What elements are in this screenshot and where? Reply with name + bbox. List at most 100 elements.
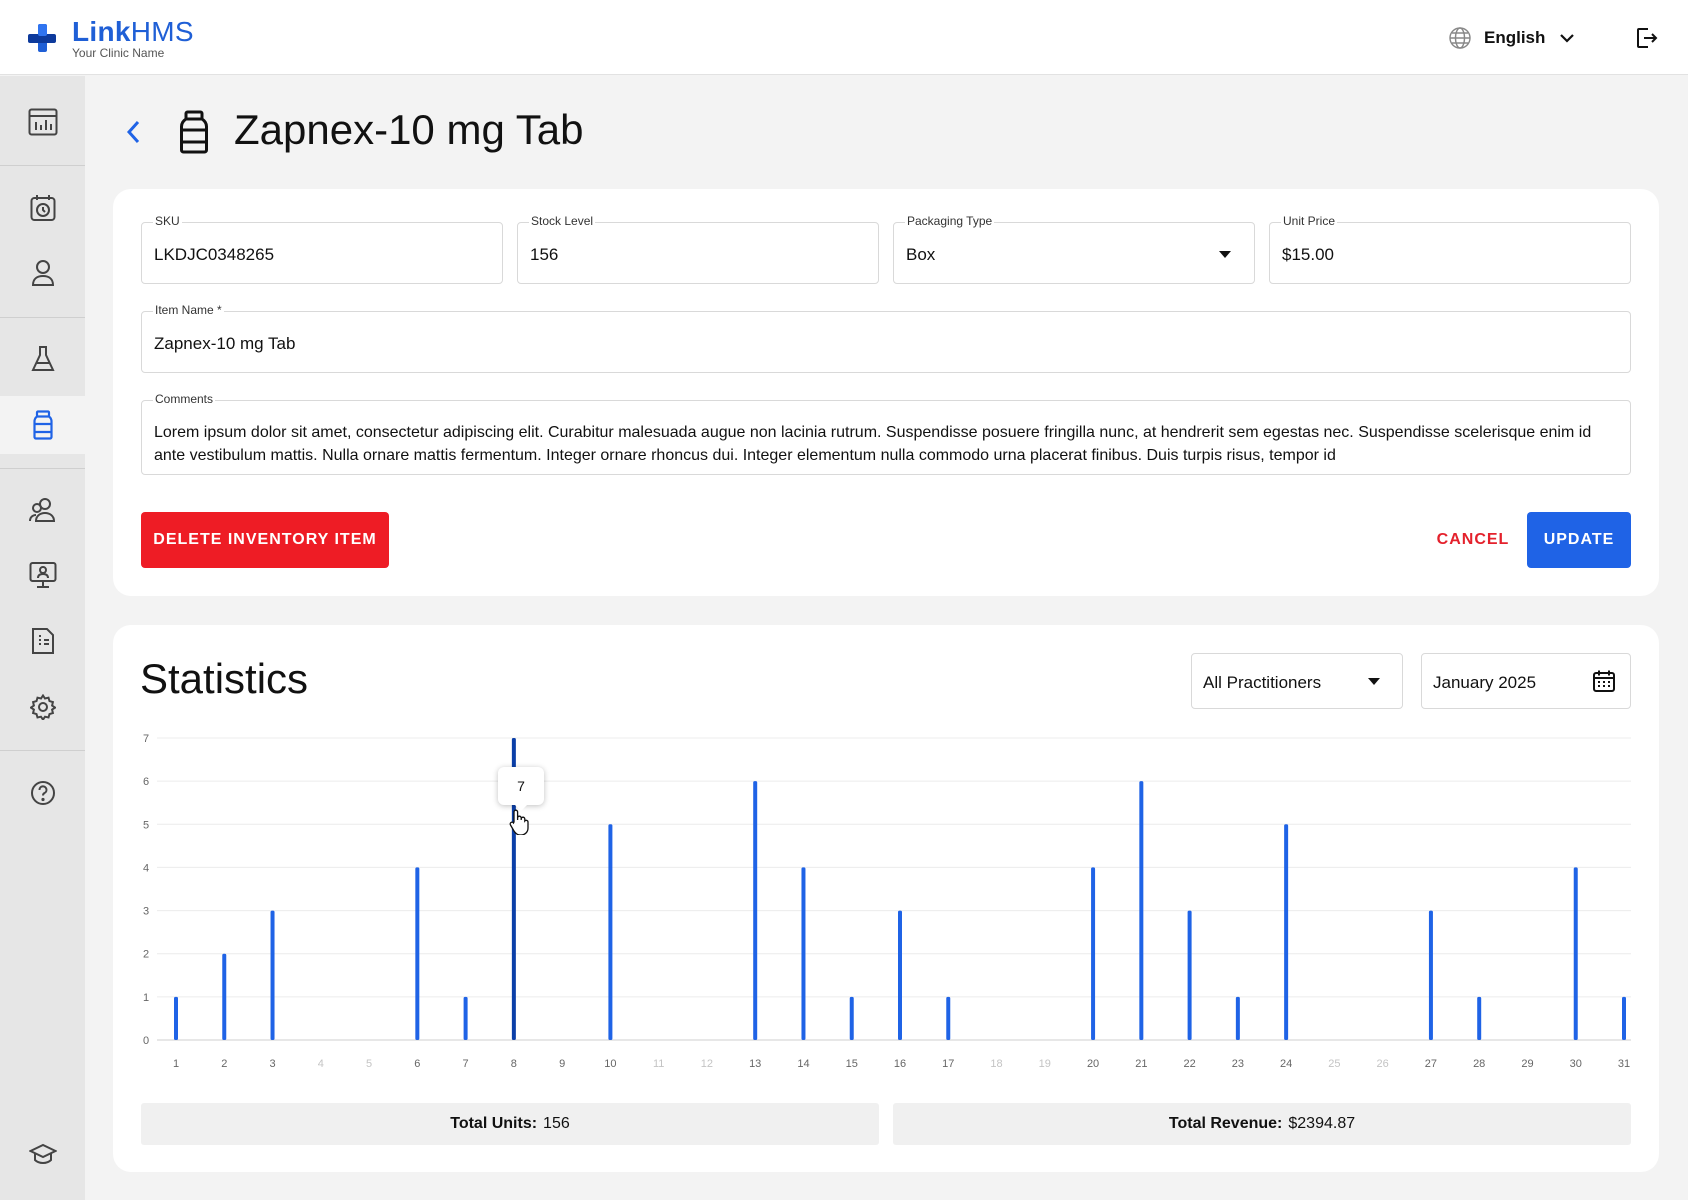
sidebar-item-lab[interactable]: [0, 330, 85, 388]
sku-field[interactable]: SKU LKDJC0348265: [141, 214, 503, 284]
total-revenue-summary: Total Revenue: $2394.87: [893, 1103, 1631, 1145]
chart-bar-day-31[interactable]: [1622, 996, 1626, 1040]
packaging-type-value: Box: [906, 245, 936, 264]
y-tick-label: 4: [143, 862, 149, 874]
back-icon[interactable]: [122, 116, 146, 148]
item-name-field[interactable]: Item Name * Zapnex-10 mg Tab: [141, 303, 1631, 373]
x-tick-label: 24: [1280, 1058, 1292, 1070]
chart-bar-day-28[interactable]: [1477, 996, 1482, 1040]
sidebar-item-dashboard[interactable]: [0, 93, 85, 151]
x-tick-label: 1: [173, 1058, 179, 1070]
x-tick-label: 22: [1183, 1058, 1195, 1070]
sidebar-item-settings[interactable]: [0, 678, 85, 736]
total-units-value: 156: [543, 1115, 570, 1132]
chart-bar-day-24[interactable]: [1284, 824, 1289, 1040]
gear-icon: [29, 694, 56, 720]
logo-title: LinkHMS: [72, 16, 194, 47]
packaging-type-select[interactable]: Packaging Type Box: [893, 214, 1255, 284]
users-icon: [28, 498, 55, 522]
chart-bar-day-14[interactable]: [801, 867, 806, 1040]
help-icon: [30, 781, 55, 805]
cancel-button[interactable]: CANCEL: [1418, 512, 1528, 568]
x-tick-label: 8: [511, 1058, 517, 1070]
comments-field[interactable]: Comments Lorem ipsum dolor sit amet, con…: [141, 392, 1631, 475]
y-tick-label: 5: [143, 819, 149, 831]
sidebar: [0, 76, 85, 1200]
chevron-down-icon: [1560, 34, 1575, 43]
item-name-label: Item Name *: [153, 303, 224, 317]
total-units-label: Total Units:: [450, 1115, 538, 1132]
x-tick-label: 23: [1232, 1058, 1244, 1070]
chart-bar-day-17[interactable]: [946, 996, 951, 1040]
statistics-card: Statistics All Practitioners January 202…: [113, 625, 1659, 1172]
unit-price-value: $15.00: [1282, 245, 1334, 264]
update-button[interactable]: UPDATE: [1527, 512, 1631, 568]
x-tick-label: 2: [221, 1058, 227, 1070]
x-tick-label: 17: [942, 1058, 954, 1070]
stock-level-field[interactable]: Stock Level 156: [517, 214, 879, 284]
medicine-bottle-icon: [32, 410, 53, 440]
comments-label: Comments: [153, 392, 216, 406]
stock-level-value: 156: [530, 245, 559, 264]
chart-bar-day-23[interactable]: [1235, 996, 1240, 1040]
chart-bar-day-30[interactable]: [1573, 867, 1578, 1040]
x-tick-label: 19: [1039, 1058, 1051, 1070]
delete-inventory-item-button[interactable]: DELETE INVENTORY ITEM: [141, 512, 389, 568]
x-tick-label: 31: [1618, 1058, 1630, 1070]
x-tick-label: 13: [749, 1058, 761, 1070]
chart-bar-day-3[interactable]: [270, 910, 275, 1040]
sidebar-item-inventory[interactable]: [0, 396, 85, 454]
chart-bar-day-6[interactable]: [415, 867, 420, 1040]
sidebar-item-help[interactable]: [0, 764, 85, 822]
chart-bar-day-22[interactable]: [1187, 910, 1192, 1040]
sidebar-item-staff[interactable]: [0, 481, 85, 539]
chart-bar-day-10[interactable]: [608, 824, 613, 1040]
chart-board-icon: [28, 108, 57, 136]
chart-bar-day-15[interactable]: [849, 996, 854, 1040]
y-tick-label: 1: [143, 992, 149, 1004]
x-tick-label: 25: [1328, 1058, 1340, 1070]
x-tick-label: 26: [1377, 1058, 1389, 1070]
sidebar-item-billing[interactable]: [0, 612, 85, 670]
chart-bar-day-13[interactable]: [753, 781, 758, 1040]
app-logo[interactable]: LinkHMS Your Clinic Name: [26, 18, 194, 59]
chart-bar-day-21[interactable]: [1139, 781, 1144, 1040]
x-tick-label: 4: [318, 1058, 324, 1070]
unit-price-label: Unit Price: [1281, 214, 1338, 228]
globe-icon: [1449, 27, 1471, 49]
y-tick-label: 0: [143, 1035, 149, 1047]
packaging-type-label: Packaging Type: [905, 214, 995, 228]
chart-bar-day-2[interactable]: [222, 953, 227, 1040]
chart-bar-day-1[interactable]: [174, 996, 178, 1040]
sidebar-item-practitioners[interactable]: [0, 546, 85, 604]
x-tick-label: 3: [269, 1058, 275, 1070]
x-tick-label: 14: [797, 1058, 809, 1070]
sidebar-item-patients[interactable]: [0, 244, 85, 302]
x-tick-label: 28: [1473, 1058, 1485, 1070]
logout-icon[interactable]: [1634, 26, 1658, 50]
flask-icon: [30, 346, 55, 371]
x-tick-label: 10: [604, 1058, 616, 1070]
chart-bar-day-16[interactable]: [898, 910, 902, 1040]
total-revenue-label: Total Revenue:: [1168, 1115, 1283, 1132]
sidebar-item-appointments[interactable]: [0, 179, 85, 237]
x-tick-label: 9: [559, 1058, 565, 1070]
chart-bar-day-27[interactable]: [1428, 910, 1433, 1040]
total-units-summary: Total Units: 156: [141, 1103, 879, 1145]
total-revenue-value: $2394.87: [1288, 1115, 1356, 1132]
chart-bar-day-20[interactable]: [1091, 867, 1096, 1040]
x-tick-label: 29: [1521, 1058, 1533, 1070]
chart-bar-day-7[interactable]: [463, 996, 468, 1040]
sku-label: SKU: [153, 214, 182, 228]
caret-down-icon: [1219, 251, 1231, 258]
sidebar-item-learning[interactable]: [0, 1125, 85, 1183]
language-selector[interactable]: English: [1448, 26, 1575, 50]
x-tick-label: 30: [1570, 1058, 1582, 1070]
y-tick-label: 6: [143, 776, 149, 788]
graduation-cap-icon: [28, 1143, 57, 1165]
unit-price-field[interactable]: Unit Price $15.00: [1269, 214, 1631, 284]
language-label: English: [1484, 28, 1546, 47]
x-tick-label: 18: [990, 1058, 1002, 1070]
medical-cross-icon: [28, 24, 56, 52]
y-tick-label: 2: [143, 949, 149, 961]
